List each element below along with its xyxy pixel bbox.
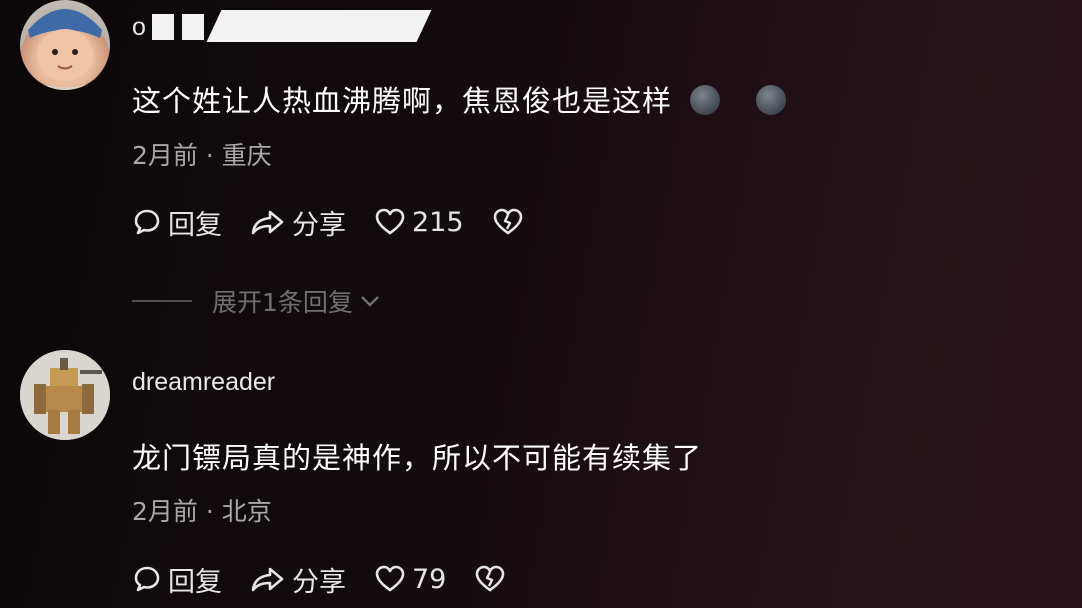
- like-count: 215: [412, 206, 464, 238]
- username-redaction: [152, 14, 174, 40]
- comment-text: 这个姓让人热血沸腾啊，焦恩俊也是这样: [132, 78, 787, 120]
- comment-meta: 2月前 · 北京: [132, 497, 272, 526]
- share-button[interactable]: 分享: [250, 203, 346, 242]
- reply-label: 回复: [168, 566, 222, 598]
- comment-meta: 2月前 · 重庆: [132, 141, 272, 170]
- comment-text-content: 这个姓让人热血沸腾啊，焦恩俊也是这样: [132, 84, 673, 118]
- divider-line: [132, 300, 192, 302]
- share-label: 分享: [292, 209, 346, 241]
- heart-icon: [375, 565, 405, 592]
- share-label: 分享: [292, 566, 346, 598]
- comment-username[interactable]: o: [132, 13, 146, 42]
- comment-username[interactable]: dreamreader: [132, 368, 275, 397]
- share-button[interactable]: 分享: [250, 560, 346, 599]
- avatar[interactable]: [20, 0, 110, 90]
- like-count: 79: [412, 563, 447, 595]
- dislike-button[interactable]: [474, 564, 512, 594]
- broken-heart-icon: [476, 565, 505, 592]
- comment-actions: 回复 分享 215: [132, 203, 558, 242]
- comment-bubble-icon: [134, 209, 160, 235]
- comment-actions: 回复 分享 79: [132, 560, 540, 599]
- avatar[interactable]: [20, 350, 110, 440]
- expand-label: 展开1条回复: [212, 288, 353, 317]
- comment-text: 龙门镖局真的是神作，所以不可能有续集了: [132, 441, 703, 475]
- share-arrow-icon: [251, 567, 284, 592]
- emoji-icon: [756, 85, 787, 115]
- like-button[interactable]: 79: [374, 564, 446, 595]
- reply-button[interactable]: 回复: [132, 203, 222, 242]
- expand-replies-button[interactable]: 展开1条回复: [132, 283, 383, 319]
- heart-icon: [375, 208, 405, 235]
- username-redaction: [182, 14, 204, 40]
- share-arrow-icon: [251, 210, 284, 235]
- reply-label: 回复: [168, 209, 222, 241]
- dislike-button[interactable]: [492, 207, 530, 237]
- reply-button[interactable]: 回复: [132, 560, 222, 599]
- like-button[interactable]: 215: [374, 207, 464, 238]
- comment-bubble-icon: [134, 566, 160, 592]
- emoji-icon: [690, 85, 721, 115]
- username-redaction: [206, 10, 432, 42]
- broken-heart-icon: [493, 208, 522, 235]
- chevron-down-icon: [361, 296, 379, 307]
